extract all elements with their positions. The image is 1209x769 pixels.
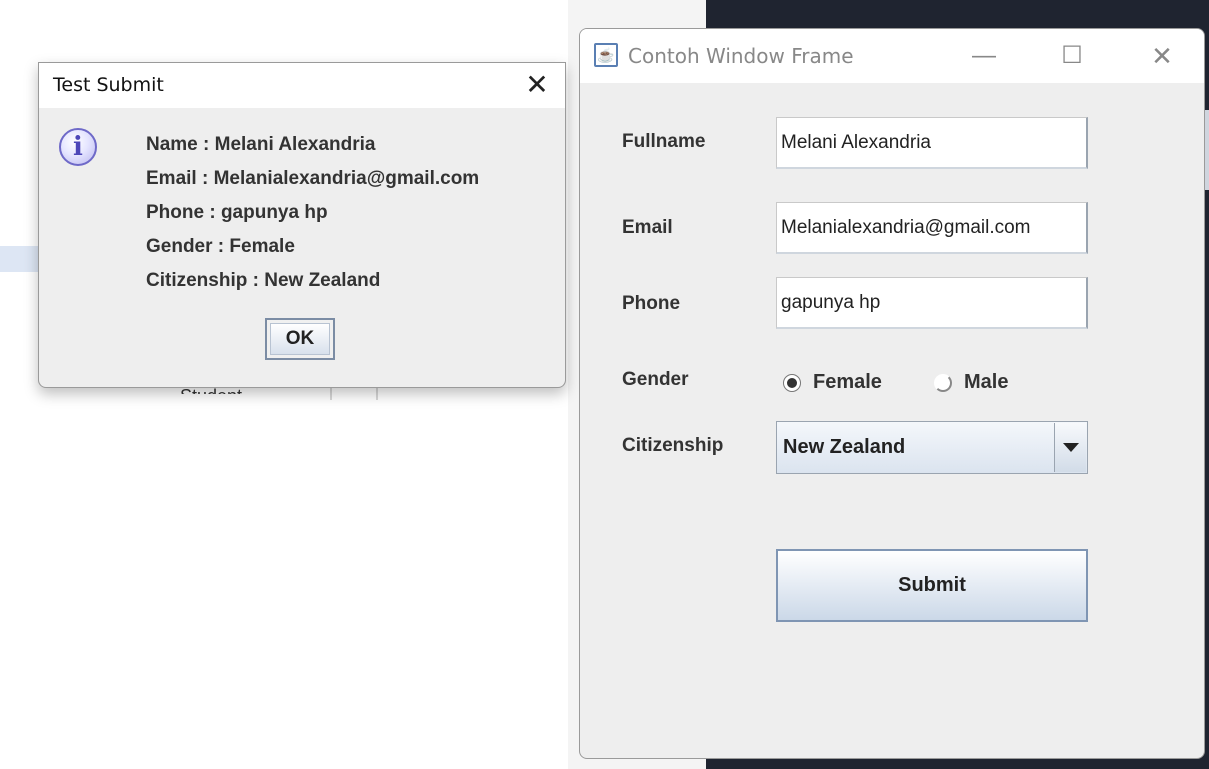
gender-option-label: Male: [964, 371, 1009, 393]
background-selection-strip: [0, 246, 40, 272]
test-submit-dialog: Test Submit ✕ i Name : Melani Alexandria…: [38, 62, 566, 388]
email-field[interactable]: Melanialexandria@gmail.com: [776, 202, 1088, 254]
window-titlebar[interactable]: ☕ Contoh Window Frame — ☐ ✕: [580, 29, 1204, 83]
info-icon: i: [59, 128, 97, 166]
email-label: Email: [622, 217, 673, 238]
fullname-field[interactable]: Melani Alexandria: [776, 117, 1088, 169]
message-email-line: Email : Melanialexandria@gmail.com: [146, 168, 480, 189]
phone-field[interactable]: gapunya hp: [776, 277, 1088, 329]
contoh-window-frame: ☕ Contoh Window Frame — ☐ ✕ Fullname Mel…: [579, 28, 1205, 759]
phone-label: Phone: [622, 293, 681, 314]
gender-radio-female[interactable]: Female: [783, 371, 882, 394]
message-name-line: Name : Melani Alexandria: [146, 134, 376, 155]
dialog-titlebar[interactable]: Test Submit ✕: [39, 63, 565, 108]
citizenship-label: Citizenship: [622, 435, 724, 456]
gender-option-label: Female: [813, 371, 882, 393]
java-icon: ☕: [594, 43, 618, 67]
message-gender-line: Gender : Female: [146, 236, 295, 257]
window-title: Contoh Window Frame: [628, 44, 854, 68]
gender-label: Gender: [622, 369, 689, 390]
maximize-icon[interactable]: ☐: [1052, 39, 1092, 73]
close-icon[interactable]: ✕: [1142, 39, 1182, 73]
fullname-label: Fullname: [622, 131, 706, 152]
message-citizenship-line: Citizenship : New Zealand: [146, 270, 381, 291]
citizenship-select[interactable]: New Zealand: [776, 421, 1088, 474]
message-phone-line: Phone : gapunya hp: [146, 202, 328, 223]
chevron-down-icon[interactable]: [1054, 423, 1086, 472]
dialog-title: Test Submit: [53, 74, 164, 96]
ok-button-label: OK: [270, 323, 330, 355]
submit-button[interactable]: Submit: [776, 549, 1088, 622]
minimize-icon[interactable]: —: [964, 39, 1004, 73]
radio-unchecked-icon: [934, 373, 952, 392]
radio-checked-icon: [783, 373, 801, 392]
gender-radio-male[interactable]: Male: [934, 371, 1008, 394]
dialog-message: Name : Melani Alexandria Email : Melania…: [146, 133, 479, 303]
citizenship-value: New Zealand: [783, 436, 906, 458]
close-icon[interactable]: ✕: [521, 69, 553, 101]
ok-button[interactable]: OK: [265, 318, 335, 360]
